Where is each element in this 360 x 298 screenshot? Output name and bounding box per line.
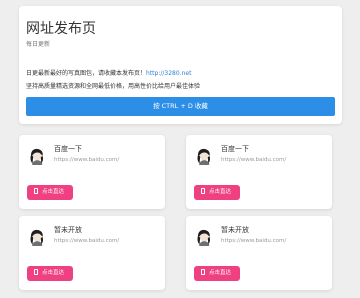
bookmark-button[interactable]: 按 CTRL + D 收藏 [26, 97, 335, 116]
notice-line: 日更最新最好的写真图包，请收藏本发布页！http://3280.net [26, 70, 191, 78]
site-url: https://www.baidu.com/ [54, 238, 120, 244]
visit-button-label: 点击直达 [209, 270, 232, 276]
visit-button[interactable]: 点击直达 [27, 266, 73, 281]
avatar [27, 146, 47, 166]
phone-icon [201, 188, 205, 194]
site-name: 百度一下 [54, 145, 82, 153]
page: 网址发布页 每日更新 日更最新最好的写真图包，请收藏本发布页！http://32… [0, 0, 360, 298]
site-name: 暂未开放 [54, 226, 82, 234]
site-card: 百度一下 https://www.baidu.com/ 点击直达 [186, 135, 332, 209]
phone-icon [34, 188, 38, 194]
site-name: 暂未开放 [221, 226, 249, 234]
notice-text: 日更最新最好的写真图包，请收藏本发布页！ [26, 70, 147, 77]
page-title: 网址发布页 [26, 21, 96, 37]
header-card: 网址发布页 每日更新 日更最新最好的写真图包，请收藏本发布页！http://32… [19, 6, 342, 124]
site-card: 暂未开放 https://www.baidu.com/ 点击直达 [19, 216, 165, 290]
site-card: 暂未开放 https://www.baidu.com/ 点击直达 [186, 216, 332, 290]
avatar [194, 227, 214, 247]
visit-button[interactable]: 点击直达 [27, 185, 73, 200]
visit-button-label: 点击直达 [42, 270, 65, 276]
site-card: 百度一下 https://www.baidu.com/ 点击直达 [19, 135, 165, 209]
notice-link[interactable]: http://3280.net [146, 70, 191, 77]
site-url: https://www.baidu.com/ [221, 238, 287, 244]
visit-button[interactable]: 点击直达 [194, 266, 240, 281]
site-name: 百度一下 [221, 145, 249, 153]
avatar [27, 227, 47, 247]
visit-button-label: 点击直达 [209, 189, 232, 195]
phone-icon [34, 269, 38, 275]
phone-icon [201, 269, 205, 275]
visit-button-label: 点击直达 [42, 189, 65, 195]
visit-button[interactable]: 点击直达 [194, 185, 240, 200]
page-subtitle: 每日更新 [26, 41, 51, 48]
avatar [194, 146, 214, 166]
notice-line-2: 坚持高质量精选资源和全网最低价格，用高性价比给用户最佳体验 [26, 83, 201, 90]
site-url: https://www.baidu.com/ [221, 157, 287, 163]
site-url: https://www.baidu.com/ [54, 157, 120, 163]
